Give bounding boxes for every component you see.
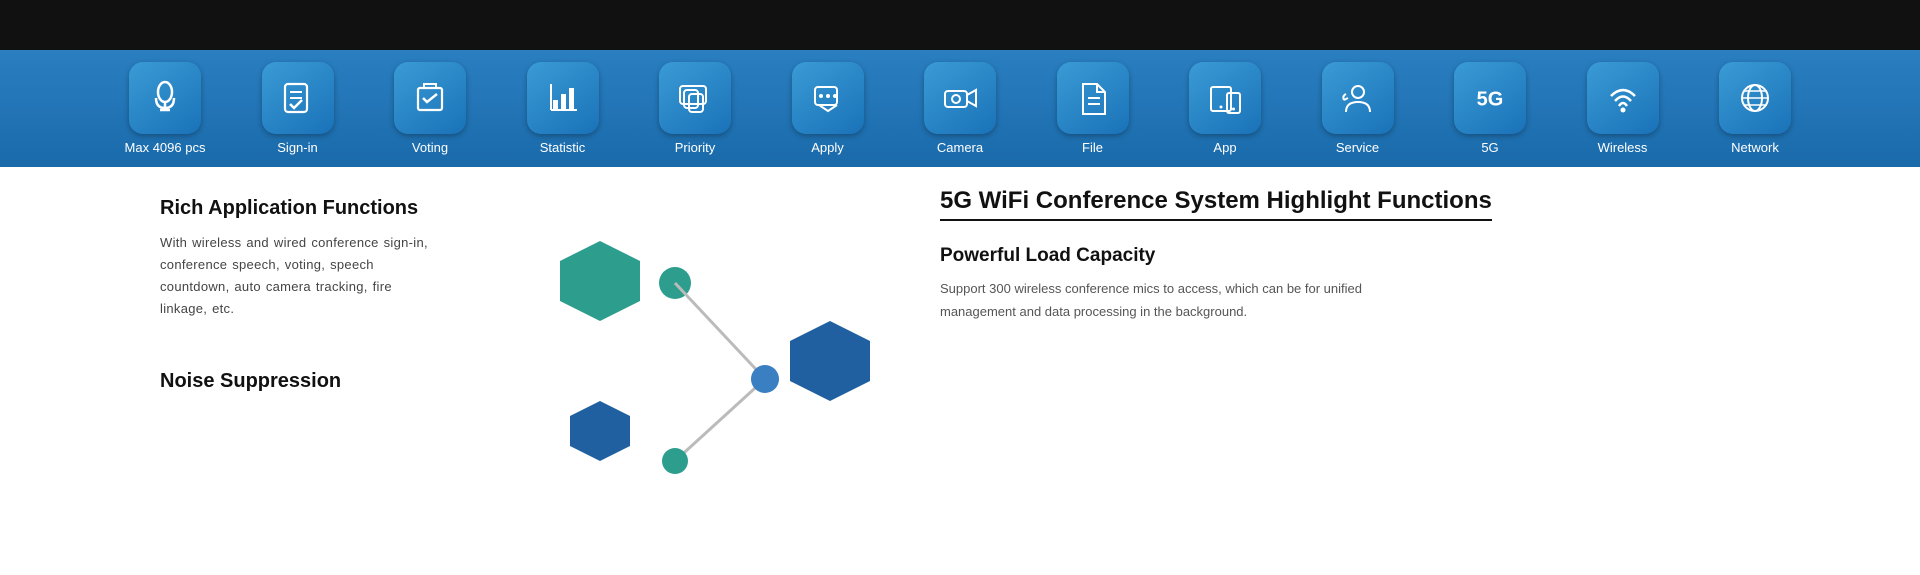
rich-app-text: With wireless and wired conference sign-… xyxy=(160,232,440,320)
svg-text:5G: 5G xyxy=(1477,88,1504,110)
icon-box-statistic xyxy=(527,62,599,134)
icon-box-max4096 xyxy=(129,62,201,134)
icon-item-wireless[interactable]: Wireless xyxy=(1578,62,1668,155)
icon-box-wireless xyxy=(1587,62,1659,134)
fiveg-icon: 5G xyxy=(1470,78,1510,118)
icon-label-5g: 5G xyxy=(1481,140,1498,155)
icon-label-signin: Sign-in xyxy=(277,140,317,155)
icon-label-max4096: Max 4096 pcs xyxy=(125,140,206,155)
icon-label-apply: Apply xyxy=(811,140,844,155)
left-section: Rich Application Functions With wireless… xyxy=(0,167,480,575)
icon-item-apply[interactable]: Apply xyxy=(783,62,873,155)
signin-icon xyxy=(278,78,318,118)
icon-box-signin xyxy=(262,62,334,134)
right-section: 5G WiFi Conference System Highlight Func… xyxy=(900,167,1920,575)
icon-item-priority[interactable]: Priority xyxy=(650,62,740,155)
icon-item-5g[interactable]: 5G 5G xyxy=(1445,62,1535,155)
icon-label-priority: Priority xyxy=(675,140,715,155)
diagram-svg xyxy=(500,231,880,511)
main-title: 5G WiFi Conference System Highlight Func… xyxy=(940,187,1492,221)
icon-item-camera[interactable]: Camera xyxy=(915,62,1005,155)
wireless-icon xyxy=(1603,78,1643,118)
icon-box-service xyxy=(1322,62,1394,134)
noise-title: Noise Suppression xyxy=(160,370,440,393)
icon-box-app xyxy=(1189,62,1261,134)
camera-icon xyxy=(940,78,980,118)
icon-label-wireless: Wireless xyxy=(1598,140,1648,155)
icon-label-file: File xyxy=(1082,140,1103,155)
right-text: Support 300 wireless conference mics to … xyxy=(940,277,1400,324)
icon-label-service: Service xyxy=(1336,140,1379,155)
top-black-bar xyxy=(0,0,1920,50)
icon-item-service[interactable]: Service xyxy=(1313,62,1403,155)
icon-label-statistic: Statistic xyxy=(540,140,586,155)
icon-box-voting xyxy=(394,62,466,134)
statistic-icon xyxy=(543,78,583,118)
middle-graphic xyxy=(480,167,900,575)
voting-icon xyxy=(410,78,450,118)
icon-box-network xyxy=(1719,62,1791,134)
content-area: Rich Application Functions With wireless… xyxy=(0,167,1920,575)
icon-box-apply xyxy=(792,62,864,134)
priority-icon xyxy=(675,78,715,118)
icon-box-file xyxy=(1057,62,1129,134)
service-icon xyxy=(1338,78,1378,118)
mic-icon xyxy=(145,78,185,118)
network-icon xyxy=(1735,78,1775,118)
icon-box-camera xyxy=(924,62,996,134)
icon-item-statistic[interactable]: Statistic xyxy=(518,62,608,155)
file-icon xyxy=(1073,78,1113,118)
rich-app-title: Rich Application Functions xyxy=(160,197,440,220)
icon-item-file[interactable]: File xyxy=(1048,62,1138,155)
icon-label-camera: Camera xyxy=(937,140,983,155)
icon-item-max4096[interactable]: Max 4096 pcs xyxy=(120,62,210,155)
icon-item-voting[interactable]: Voting xyxy=(385,62,475,155)
icon-box-priority xyxy=(659,62,731,134)
sub-title: Powerful Load Capacity xyxy=(940,245,1860,267)
apply-icon xyxy=(808,78,848,118)
icon-item-signin[interactable]: Sign-in xyxy=(253,62,343,155)
icon-label-network: Network xyxy=(1731,140,1779,155)
app-icon xyxy=(1205,78,1245,118)
icon-box-5g: 5G xyxy=(1454,62,1526,134)
icon-label-voting: Voting xyxy=(412,140,448,155)
icon-bar: Max 4096 pcs Sign-in Voting xyxy=(0,50,1920,167)
icon-label-app: App xyxy=(1213,140,1236,155)
icon-item-network[interactable]: Network xyxy=(1710,62,1800,155)
icon-item-app[interactable]: App xyxy=(1180,62,1270,155)
